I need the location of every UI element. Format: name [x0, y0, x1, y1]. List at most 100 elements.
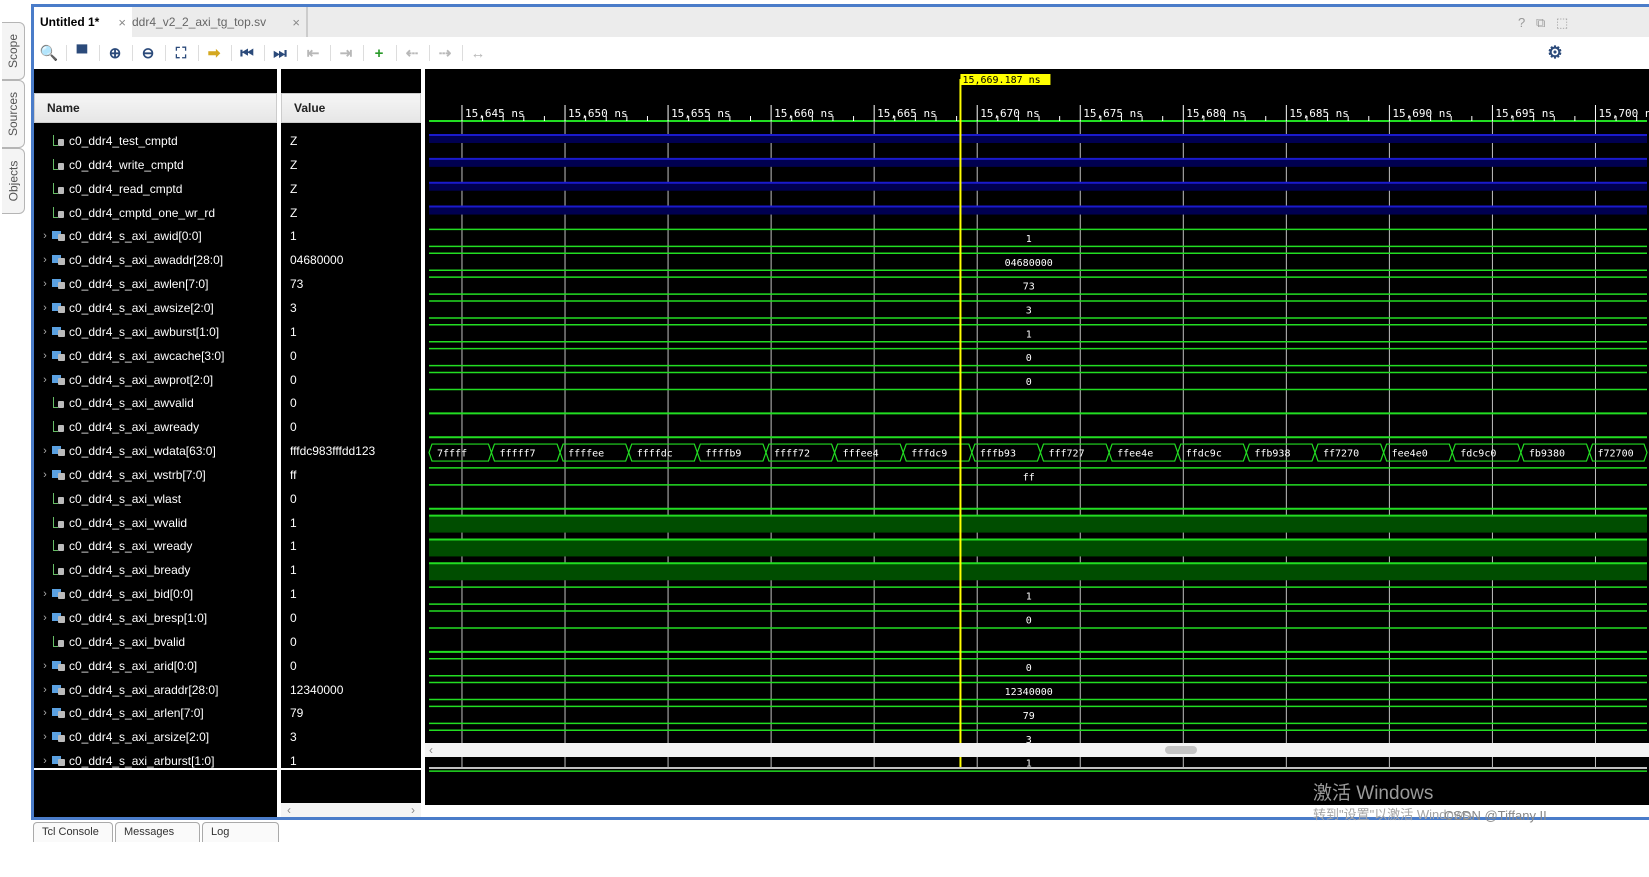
- expand-chevron-icon[interactable]: ›: [38, 302, 52, 314]
- signal-value: 1: [290, 563, 297, 578]
- column-header-name[interactable]: Name: [34, 93, 277, 123]
- waveform-panel[interactable]: 15,645 ns 15,650 ns 15,655 ns 15,660 ns 15,6…: [425, 69, 1649, 805]
- scroll-thumb[interactable]: [1165, 746, 1197, 754]
- bus-segment-label: fdc9c0: [1460, 449, 1496, 460]
- zoom-in-icon[interactable]: ⊕: [104, 42, 126, 64]
- wave-hscrollbar[interactable]: ‹: [425, 743, 1649, 757]
- signal-row[interactable]: c0_ddr4_s_axi_wready: [34, 534, 277, 558]
- side-tab-objects[interactable]: Objects: [2, 148, 25, 214]
- expand-chevron-icon[interactable]: ›: [38, 326, 52, 338]
- bus-value-label: 12340000: [1005, 687, 1053, 698]
- expand-chevron-icon[interactable]: ›: [38, 588, 52, 600]
- tab-untitled-1[interactable]: Untitled 1* ×: [34, 7, 132, 37]
- signal-row[interactable]: › c0_ddr4_s_axi_arid[0:0]: [34, 654, 277, 678]
- signal-row[interactable]: › c0_ddr4_s_axi_bid[0:0]: [34, 582, 277, 606]
- tab-tcl-console[interactable]: Tcl Console: [33, 822, 113, 842]
- signal-row[interactable]: › c0_ddr4_s_axi_wdata[63:0]: [34, 439, 277, 463]
- go-to-start-icon[interactable]: ⏮: [236, 42, 258, 64]
- signal-row[interactable]: c0_ddr4_s_axi_wvalid: [34, 511, 277, 535]
- add-marker-icon[interactable]: +: [368, 42, 390, 64]
- expand-chevron-icon[interactable]: ›: [38, 374, 52, 386]
- toolbar-separator: [99, 45, 100, 61]
- side-tab-sources[interactable]: Sources: [2, 80, 25, 148]
- signal-row[interactable]: › c0_ddr4_s_axi_awcache[3:0]: [34, 344, 277, 368]
- signal-row[interactable]: › c0_ddr4_s_axi_arlen[7:0]: [34, 701, 277, 725]
- signal-value: 0: [290, 658, 297, 673]
- signal-value: fffdc983fffdd123: [290, 444, 376, 459]
- next-marker-icon[interactable]: ⇢: [434, 42, 456, 64]
- logic-high-fill: [429, 515, 1647, 533]
- signal-row[interactable]: › c0_ddr4_s_axi_bresp[1:0]: [34, 606, 277, 630]
- expand-chevron-icon[interactable]: ›: [38, 660, 52, 672]
- search-icon[interactable]: 🔍: [38, 42, 60, 64]
- signal-row[interactable]: c0_ddr4_test_cmptd: [34, 129, 277, 153]
- zoom-fit-icon[interactable]: ⛶: [170, 42, 192, 64]
- z-state-band: [429, 182, 1647, 191]
- value-hscrollbar[interactable]: ‹ ›: [281, 803, 421, 817]
- go-to-cursor-icon[interactable]: ➡: [203, 42, 225, 64]
- maximize-icon[interactable]: ⬚: [1556, 15, 1568, 31]
- scroll-right-icon[interactable]: ›: [411, 803, 415, 817]
- help-icon[interactable]: ?: [1518, 15, 1525, 30]
- column-header-value[interactable]: Value: [281, 93, 421, 123]
- expand-chevron-icon[interactable]: ›: [38, 469, 52, 481]
- zoom-out-icon[interactable]: ⊖: [137, 42, 159, 64]
- signal-row[interactable]: › c0_ddr4_s_axi_arsize[2:0]: [34, 725, 277, 749]
- signal-row[interactable]: c0_ddr4_read_cmptd: [34, 177, 277, 201]
- waveform-canvas[interactable]: 15,645 ns 15,650 ns 15,655 ns 15,660 ns 15,6…: [425, 69, 1649, 805]
- signal-row[interactable]: › c0_ddr4_s_axi_awsize[2:0]: [34, 296, 277, 320]
- signal-row[interactable]: › c0_ddr4_s_axi_awaddr[28:0]: [34, 248, 277, 272]
- bus-value-label: 0: [1026, 353, 1032, 364]
- expand-chevron-icon[interactable]: ›: [38, 254, 52, 266]
- signal-row[interactable]: › c0_ddr4_s_axi_awlen[7:0]: [34, 272, 277, 296]
- signal-row[interactable]: c0_ddr4_cmptd_one_wr_rd: [34, 201, 277, 225]
- previous-marker-icon[interactable]: ⇠: [401, 42, 423, 64]
- signal-row[interactable]: c0_ddr4_s_axi_awready: [34, 415, 277, 439]
- bus-segment-label: ffffdc: [637, 449, 673, 460]
- signal-row[interactable]: c0_ddr4_s_axi_bvalid: [34, 630, 277, 654]
- signal-row[interactable]: c0_ddr4_s_axi_wlast: [34, 487, 277, 511]
- expand-chevron-icon[interactable]: ›: [38, 731, 52, 743]
- signal-row[interactable]: › c0_ddr4_s_axi_awburst[1:0]: [34, 320, 277, 344]
- expand-chevron-icon[interactable]: ›: [38, 278, 52, 290]
- signal-name: c0_ddr4_s_axi_awburst[1:0]: [69, 324, 220, 339]
- toolbar-separator: [132, 45, 133, 61]
- side-tab-scope[interactable]: Scope: [2, 22, 25, 80]
- settings-gear-icon[interactable]: ⚙: [1544, 42, 1566, 64]
- expand-chevron-icon[interactable]: ›: [38, 755, 52, 767]
- z-state-band: [429, 206, 1647, 215]
- close-icon[interactable]: ×: [292, 15, 300, 30]
- expand-chevron-icon[interactable]: ›: [38, 350, 52, 362]
- swap-cursors-icon[interactable]: ↔: [467, 42, 489, 64]
- go-to-end-icon[interactable]: ⏭: [269, 42, 291, 64]
- signal-row[interactable]: c0_ddr4_s_axi_awvalid: [34, 391, 277, 415]
- tab-messages[interactable]: Messages: [115, 822, 200, 842]
- next-transition-icon[interactable]: ⇥: [335, 42, 357, 64]
- signal-name: c0_ddr4_cmptd_one_wr_rd: [69, 205, 216, 220]
- scroll-left-icon[interactable]: ‹: [287, 803, 291, 817]
- previous-transition-icon[interactable]: ⇤: [302, 42, 324, 64]
- expand-chevron-icon[interactable]: ›: [38, 612, 52, 624]
- signal-row[interactable]: c0_ddr4_write_cmptd: [34, 153, 277, 177]
- expand-chevron-icon[interactable]: ›: [38, 707, 52, 719]
- close-icon[interactable]: ×: [118, 15, 126, 30]
- restore-icon[interactable]: ⧉: [1536, 15, 1545, 31]
- signal-value: 1: [290, 539, 297, 554]
- signal-row[interactable]: › c0_ddr4_s_axi_wstrb[7:0]: [34, 463, 277, 487]
- signal-value: 79: [290, 706, 304, 721]
- signal-name: c0_ddr4_s_axi_wlast: [69, 491, 182, 506]
- tab-ddr4-axi-tg-top[interactable]: ddr4_v2_2_axi_tg_top.sv ×: [126, 7, 308, 37]
- scroll-left-icon[interactable]: ‹: [429, 743, 433, 757]
- signal-row[interactable]: › c0_ddr4_s_axi_awprot[2:0]: [34, 368, 277, 392]
- expand-chevron-icon[interactable]: ›: [38, 445, 52, 457]
- signal-row[interactable]: c0_ddr4_s_axi_bready: [34, 558, 277, 582]
- signal-value: 1: [290, 324, 297, 339]
- signal-row[interactable]: › c0_ddr4_s_axi_awid[0:0]: [34, 224, 277, 248]
- save-icon[interactable]: ▀: [71, 42, 93, 64]
- expand-chevron-icon[interactable]: ›: [38, 230, 52, 242]
- expand-chevron-icon[interactable]: ›: [38, 684, 52, 696]
- z-state-band: [429, 135, 1647, 143]
- side-tab-label: Sources: [6, 91, 20, 137]
- signal-row[interactable]: › c0_ddr4_s_axi_araddr[28:0]: [34, 678, 277, 702]
- tab-log[interactable]: Log: [202, 822, 279, 842]
